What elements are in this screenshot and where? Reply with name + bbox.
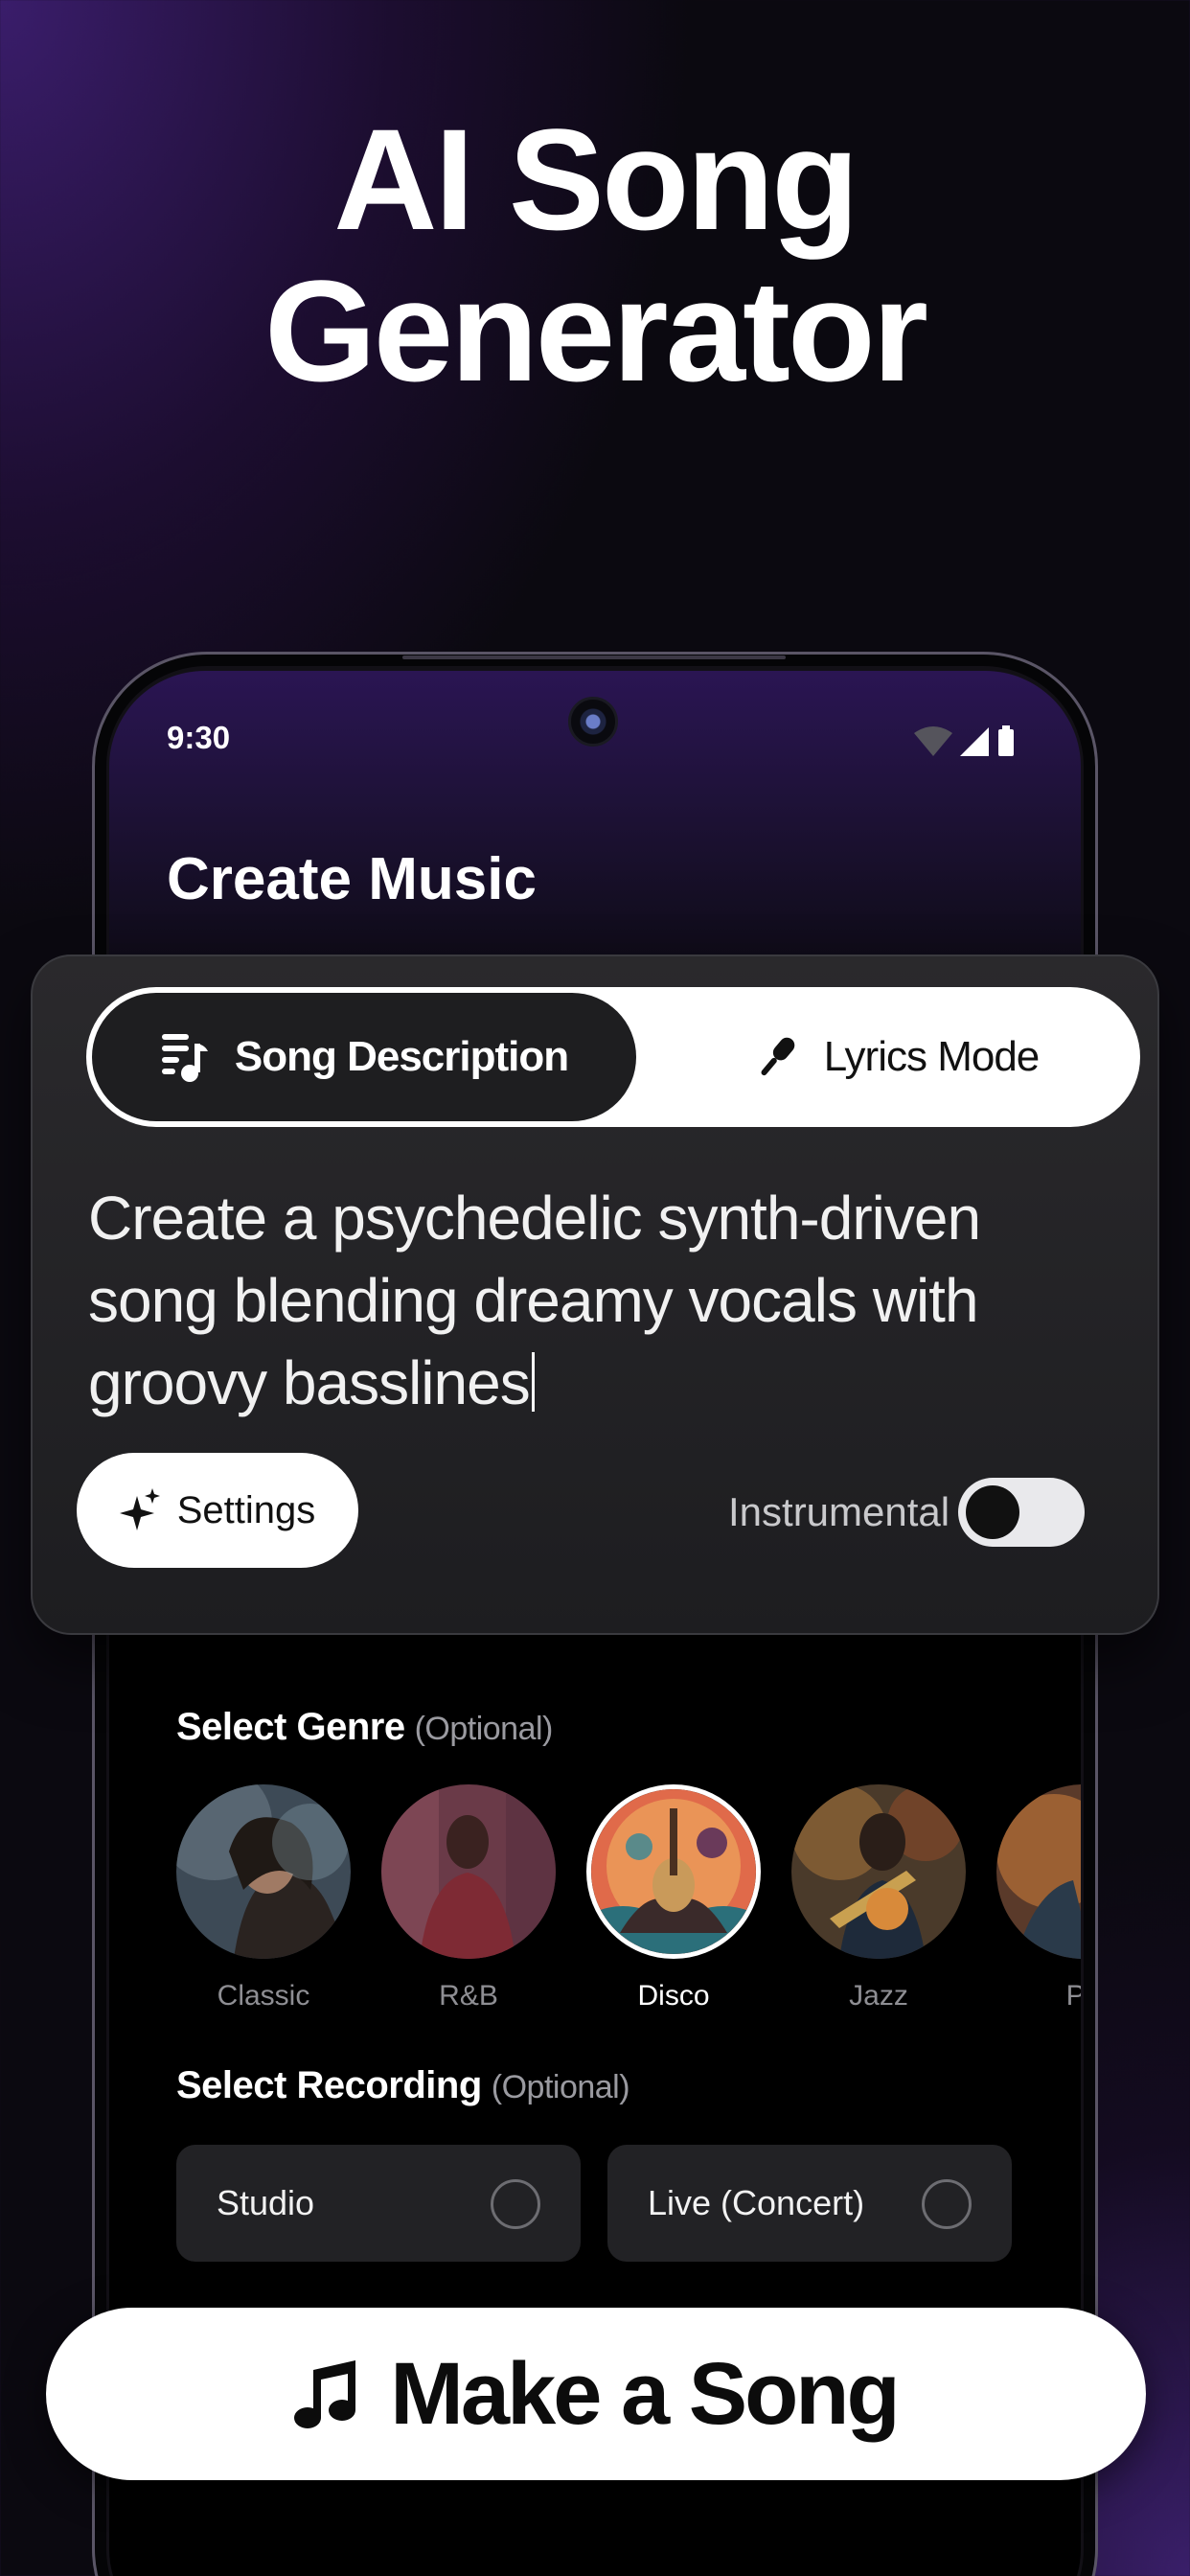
settings-label: Settings <box>176 1488 316 1531</box>
genre-list: Classic R&B Disco Jazz P <box>176 1784 1081 2024</box>
genre-disco-image <box>586 1784 761 1959</box>
recording-optional-text: (Optional) <box>491 2069 630 2105</box>
microphone-icon <box>761 1037 795 1076</box>
headline-line-2: Generator <box>264 250 928 411</box>
camera-icon <box>568 697 618 747</box>
genre-optional-text: (Optional) <box>414 1711 554 1747</box>
genre-section-title: Select Genre (Optional) <box>176 1706 553 1749</box>
sparkle-icon <box>119 1488 160 1530</box>
genre-item-rnb[interactable]: R&B <box>381 1784 556 2012</box>
radio-icon <box>922 2179 972 2229</box>
description-card: Song Description Lyrics Mode Create a ps… <box>31 954 1159 1635</box>
genre-name: R&B <box>439 1980 498 2012</box>
genre-name: Jazz <box>849 1980 908 2012</box>
recording-title-text: Select Recording <box>176 2064 482 2106</box>
phone-speaker <box>402 656 786 659</box>
radio-icon <box>491 2179 540 2229</box>
recording-option-studio[interactable]: Studio <box>176 2145 581 2262</box>
genre-name: Po <box>1065 1980 1081 2012</box>
genre-item-disco[interactable]: Disco <box>586 1784 761 2012</box>
status-icons <box>914 725 1014 756</box>
instrumental-label: Instrumental <box>728 1489 950 1534</box>
genre-classic-image <box>176 1784 351 1959</box>
prompt-line-1: Create a psychedelic synth-driven <box>88 1184 981 1253</box>
genre-jazz-image <box>791 1784 966 1959</box>
recording-option-label: Live (Concert) <box>648 2183 865 2222</box>
settings-button[interactable]: Settings <box>77 1453 358 1568</box>
prompt-line-2: song blending dreamy vocals with <box>88 1266 979 1335</box>
mode-segmented-control: Song Description Lyrics Mode <box>86 987 1140 1127</box>
make-a-song-button[interactable]: Make a Song <box>46 2308 1146 2480</box>
song-description-input[interactable]: Create a psychedelic synth-driven song b… <box>88 1177 1123 1424</box>
recording-option-live[interactable]: Live (Concert) <box>607 2145 1012 2262</box>
genre-title-text: Select Genre <box>176 1706 405 1748</box>
signal-icon <box>960 727 989 756</box>
recording-section-title: Select Recording (Optional) <box>176 2064 630 2107</box>
toggle-knob <box>966 1485 1019 1539</box>
recording-option-label: Studio <box>217 2183 315 2222</box>
text-cursor <box>531 1352 535 1412</box>
genre-item-jazz[interactable]: Jazz <box>791 1784 966 2012</box>
make-a-song-label: Make a Song <box>390 2344 900 2443</box>
prompt-line-3: groovy basslines <box>88 1348 531 1417</box>
headline-line-1: AI Song <box>333 99 859 260</box>
tab-lyrics-mode[interactable]: Lyrics Mode <box>657 993 1134 1121</box>
genre-name: Classic <box>217 1980 310 2012</box>
genre-name: Disco <box>637 1980 710 2012</box>
page-title: Create Music <box>167 846 537 912</box>
genre-rnb-image <box>381 1784 556 1959</box>
status-time: 9:30 <box>167 720 231 755</box>
tab-song-description[interactable]: Song Description <box>92 993 636 1121</box>
music-note-icon <box>294 2360 356 2428</box>
instrumental-toggle[interactable] <box>958 1478 1085 1547</box>
genre-pop-image <box>996 1784 1081 1959</box>
headline: AI Song Generator <box>0 104 1190 406</box>
lyrics-music-icon <box>161 1034 208 1082</box>
genre-item-classic[interactable]: Classic <box>176 1784 351 2012</box>
tab-song-description-label: Song Description <box>234 1033 569 1080</box>
battery-icon <box>998 725 1014 756</box>
genre-item-pop[interactable]: Po <box>996 1784 1081 2012</box>
wifi-icon <box>914 726 952 756</box>
tab-lyrics-mode-label: Lyrics Mode <box>823 1033 1041 1080</box>
